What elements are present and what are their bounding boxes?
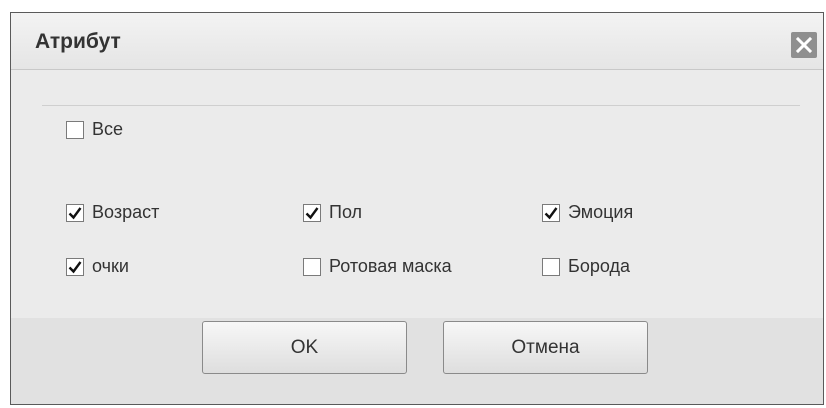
checkmark-icon: [305, 206, 319, 219]
dialog-body: [11, 70, 823, 319]
checkmark-icon: [68, 260, 82, 273]
close-icon: [795, 36, 813, 54]
checkbox-box[interactable]: [542, 203, 560, 222]
checkbox-box[interactable]: [303, 257, 321, 276]
checkbox-mask[interactable]: Ротовая маска: [303, 256, 452, 277]
close-button[interactable]: [791, 32, 817, 58]
checkmark-icon: [68, 206, 82, 219]
ok-button[interactable]: OK: [202, 321, 407, 374]
cancel-button[interactable]: Отмена: [443, 321, 648, 374]
checkbox-box[interactable]: [66, 203, 84, 222]
checkbox-gender[interactable]: Пол: [303, 202, 362, 223]
checkbox-beard-label: Борода: [568, 256, 630, 276]
dialog-titlebar: Атрибут: [11, 13, 823, 70]
attribute-dialog: Атрибут Все Возраст Пол Эмоция очки Рото…: [10, 12, 824, 405]
checkbox-box[interactable]: [303, 203, 321, 222]
checkbox-box[interactable]: [66, 257, 84, 276]
dialog-footer: [11, 318, 823, 404]
checkbox-gender-label: Пол: [329, 202, 363, 222]
checkbox-emotion[interactable]: Эмоция: [542, 202, 633, 223]
checkbox-glasses-label: очки: [92, 256, 129, 276]
checkbox-box[interactable]: [542, 257, 560, 276]
checkbox-age[interactable]: Возраст: [66, 202, 159, 223]
checkbox-all[interactable]: Все: [66, 119, 123, 140]
checkbox-age-label: Возраст: [92, 202, 160, 222]
checkbox-emotion-label: Эмоция: [568, 202, 634, 222]
checkbox-box[interactable]: [66, 120, 84, 139]
checkbox-beard[interactable]: Борода: [542, 256, 630, 277]
checkbox-glasses[interactable]: очки: [66, 256, 129, 277]
checkbox-mask-label: Ротовая маска: [329, 256, 452, 276]
divider: [42, 105, 800, 106]
dialog-title: Атрибут: [35, 30, 121, 53]
checkmark-icon: [544, 206, 558, 219]
checkbox-all-label: Все: [92, 119, 124, 139]
